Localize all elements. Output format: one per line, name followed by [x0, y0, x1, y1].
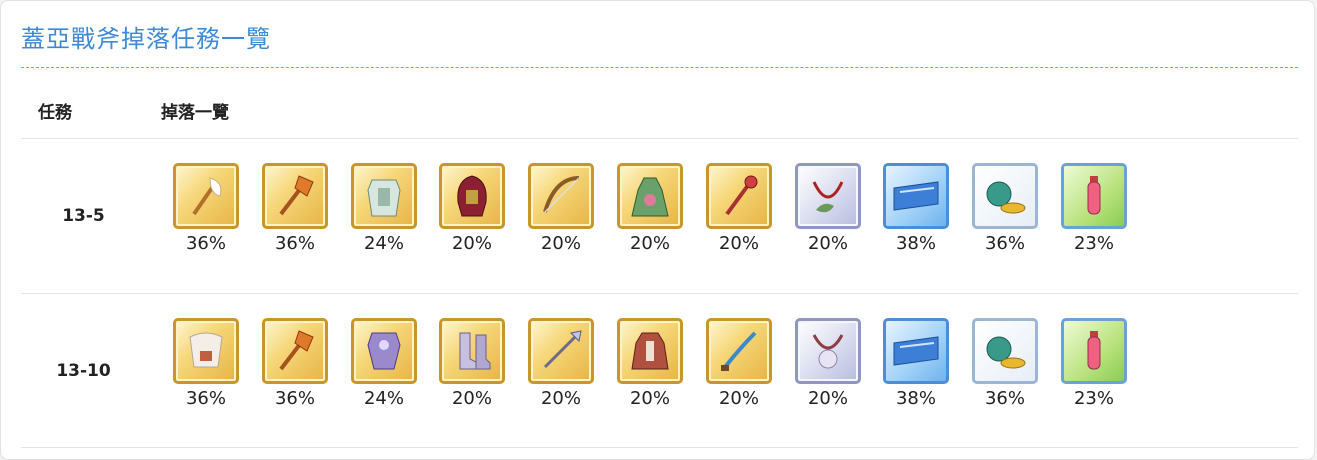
drop-rate: 23% [1073, 388, 1114, 409]
drop-item[interactable]: 20% [615, 318, 685, 418]
row-divider [21, 447, 1298, 448]
drop-item[interactable]: 38% [881, 163, 951, 263]
ticket-icon[interactable] [883, 318, 949, 384]
drop-rate: 24% [363, 233, 404, 254]
mission-id: 13-10 [56, 360, 111, 381]
drop-rate: 20% [807, 388, 848, 409]
mission-id: 13-5 [62, 205, 105, 226]
drop-item[interactable]: 20% [704, 163, 774, 263]
scepter-icon[interactable] [706, 163, 772, 229]
boots-icon[interactable] [439, 318, 505, 384]
drop-rate: 36% [984, 233, 1025, 254]
blade-icon[interactable] [706, 318, 772, 384]
drop-item[interactable]: 23% [1059, 318, 1129, 418]
drop-item[interactable]: 36% [970, 318, 1040, 418]
drop-rate: 20% [451, 233, 492, 254]
bow-icon[interactable] [528, 163, 594, 229]
drop-rate: 20% [629, 388, 670, 409]
drop-item[interactable]: 36% [171, 318, 241, 418]
drop-item[interactable]: 36% [260, 163, 330, 263]
feather-staff-icon[interactable] [173, 163, 239, 229]
knight-armor-icon[interactable] [351, 318, 417, 384]
drop-rate: 20% [718, 233, 759, 254]
drop-item[interactable]: 38% [881, 318, 951, 418]
drop-item[interactable]: 20% [526, 318, 596, 418]
drop-rate: 36% [984, 388, 1025, 409]
drop-rate: 38% [895, 388, 936, 409]
drop-rate: 20% [540, 233, 581, 254]
drop-item[interactable]: 23% [1059, 163, 1129, 263]
drop-rate: 23% [1073, 233, 1114, 254]
spear-icon[interactable] [528, 318, 594, 384]
drop-item[interactable]: 24% [349, 318, 419, 418]
drop-item[interactable]: 20% [615, 163, 685, 263]
hood-icon[interactable] [439, 163, 505, 229]
drop-item[interactable]: 36% [260, 318, 330, 418]
ticket-icon[interactable] [883, 163, 949, 229]
table-row: 13-5 36% 36% 24% 20% 20% 20% 20% 20% 38% 36% 23% [21, 139, 1298, 292]
drop-item[interactable]: 20% [704, 318, 774, 418]
dress-icon[interactable] [617, 163, 683, 229]
drop-rate: 36% [274, 388, 315, 409]
title-divider [21, 67, 1298, 68]
drop-item[interactable]: 36% [970, 163, 1040, 263]
drop-rate: 20% [629, 233, 670, 254]
laurel-amulet-icon[interactable] [795, 163, 861, 229]
drop-rate: 20% [718, 388, 759, 409]
potion-icon[interactable] [1061, 318, 1127, 384]
drop-rate: 36% [185, 233, 226, 254]
axe-icon[interactable] [262, 163, 328, 229]
table-row: 13-10 36% 36% 24% 20% 20% 20% 20% 20% 38% 36% 23% [21, 294, 1298, 447]
drop-item[interactable]: 20% [437, 318, 507, 418]
drop-list-card: 蓋亞戰斧掉落任務一覽 任務 掉落一覽 13-5 36% 36% 24% 20% 20% 2… [0, 0, 1315, 460]
drop-item[interactable]: 24% [349, 163, 419, 263]
drop-item[interactable]: 20% [437, 163, 507, 263]
axe-icon[interactable] [262, 318, 328, 384]
drop-rate: 38% [895, 233, 936, 254]
pendant-icon[interactable] [795, 318, 861, 384]
armor-icon[interactable] [351, 163, 417, 229]
column-header-drops: 掉落一覽 [161, 103, 229, 123]
potion-icon[interactable] [1061, 163, 1127, 229]
page-title: 蓋亞戰斧掉落任務一覽 [21, 25, 271, 53]
drop-rate: 20% [540, 388, 581, 409]
column-header-mission: 任務 [38, 103, 72, 123]
drop-item[interactable]: 20% [526, 163, 596, 263]
drop-rate: 20% [451, 388, 492, 409]
drop-rate: 36% [274, 233, 315, 254]
coin-pouch-icon[interactable] [972, 163, 1038, 229]
drop-item[interactable]: 20% [793, 163, 863, 263]
drop-rate: 20% [807, 233, 848, 254]
drop-rate: 36% [185, 388, 226, 409]
beast-cloak-icon[interactable] [173, 318, 239, 384]
coin-pouch-icon[interactable] [972, 318, 1038, 384]
drop-item[interactable]: 20% [793, 318, 863, 418]
robe-icon[interactable] [617, 318, 683, 384]
drop-item[interactable]: 36% [171, 163, 241, 263]
drop-rate: 24% [363, 388, 404, 409]
